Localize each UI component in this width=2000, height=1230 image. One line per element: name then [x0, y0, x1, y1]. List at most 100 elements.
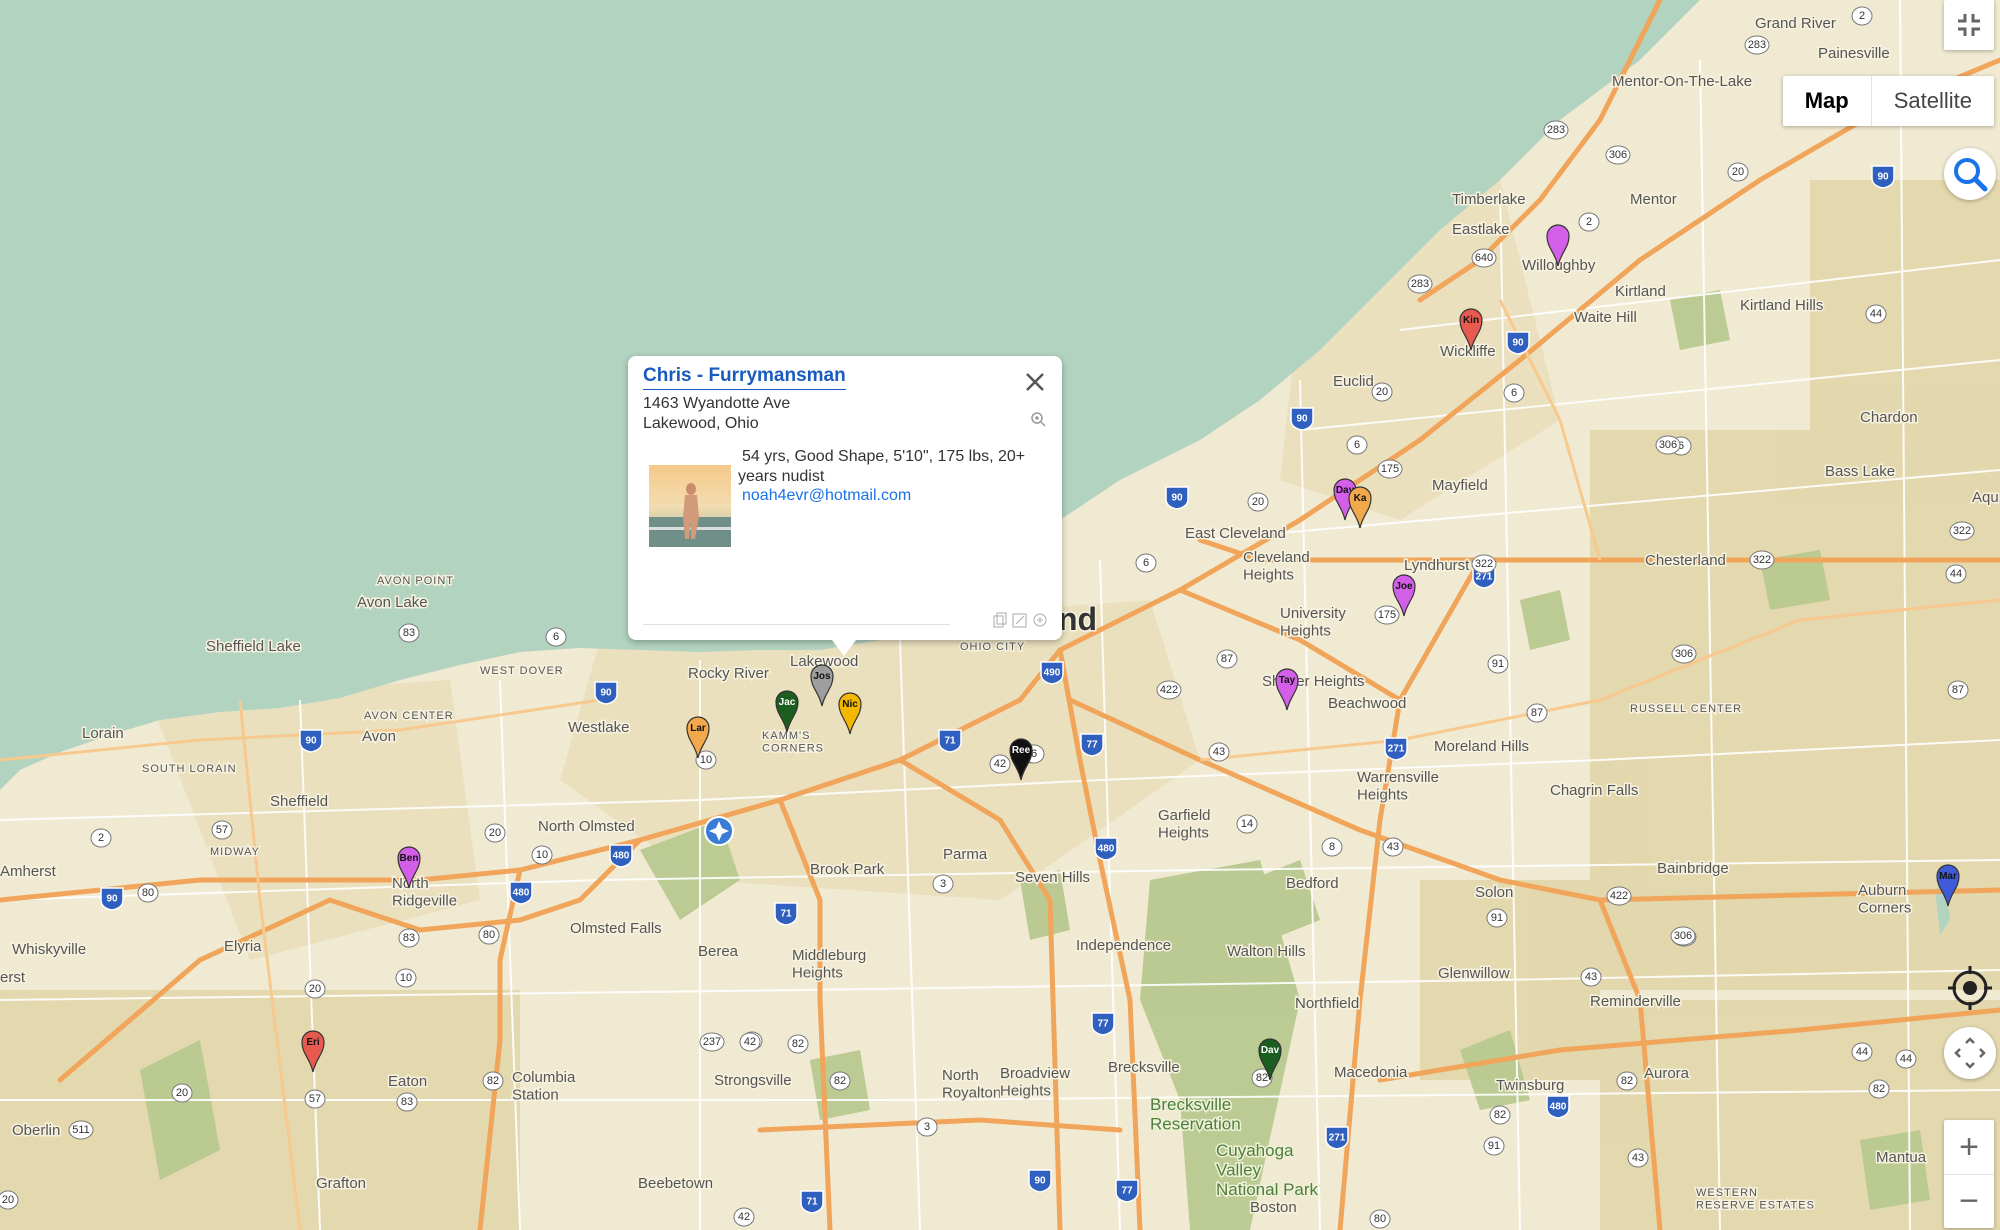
svg-text:71: 71: [944, 736, 956, 747]
svg-text:43: 43: [1585, 971, 1597, 983]
place-label: North Olmsted: [538, 818, 635, 835]
svg-text:283: 283: [1411, 278, 1429, 290]
svg-text:14: 14: [1241, 818, 1253, 830]
edit-icon[interactable]: [1012, 612, 1028, 628]
route-shield: 480: [1094, 837, 1118, 861]
svg-text:175: 175: [1381, 463, 1399, 475]
my-location-button[interactable]: [1944, 962, 1996, 1014]
airport-icon[interactable]: [704, 816, 734, 846]
place-label: Wickliffe: [1440, 343, 1496, 360]
info-window: Chris - Furrymansman 1463 Wyandotte Ave …: [628, 356, 1062, 656]
route-shield: 271: [1384, 737, 1408, 761]
address-line-1: 1463 Wyandotte Ave: [643, 395, 791, 412]
divider: [643, 624, 950, 625]
svg-text:82: 82: [792, 1038, 804, 1050]
map-type-map-button[interactable]: Map: [1783, 76, 1872, 126]
pan-button[interactable]: [1944, 1027, 1996, 1079]
route-shield: 80: [478, 925, 500, 945]
svg-text:322: 322: [1953, 525, 1971, 537]
route-shield: 283: [1407, 274, 1433, 294]
svg-text:306: 306: [1659, 439, 1677, 451]
route-shield: 20: [1247, 492, 1269, 512]
route-shield: 83: [398, 928, 420, 948]
zoom-in-icon[interactable]: [1030, 411, 1046, 432]
svg-text:43: 43: [1213, 746, 1225, 758]
svg-text:306: 306: [1675, 648, 1693, 660]
print-icon[interactable]: [1032, 612, 1048, 628]
svg-text:175: 175: [1378, 609, 1396, 621]
fullscreen-exit-icon: [1958, 14, 1980, 36]
svg-text:83: 83: [403, 627, 415, 639]
place-label: Auburn Corners: [1858, 882, 1911, 916]
profile-photo[interactable]: [649, 465, 731, 547]
svg-text:422: 422: [1160, 684, 1178, 696]
svg-text:283: 283: [1547, 124, 1565, 136]
route-shield: 3: [916, 1117, 938, 1137]
svg-text:82: 82: [1621, 1075, 1633, 1087]
route-shield: 322: [1471, 554, 1497, 574]
route-shield: 480: [509, 881, 533, 905]
svg-text:77: 77: [1086, 740, 1098, 751]
route-shield: 306: [1671, 644, 1697, 664]
close-button[interactable]: [1024, 370, 1046, 398]
info-window-title-link[interactable]: Chris - Furrymansman: [643, 365, 846, 390]
route-shield: 20: [1371, 382, 1393, 402]
route-shield: 57: [211, 820, 233, 840]
svg-text:80: 80: [1374, 1213, 1386, 1225]
svg-text:57: 57: [309, 1093, 321, 1105]
place-label: Lyndhurst: [1404, 557, 1470, 574]
close-icon: [1026, 373, 1044, 391]
zoom-in-button[interactable]: +: [1944, 1121, 1994, 1175]
route-shield: 306: [1605, 145, 1631, 165]
route-shield: 80: [1369, 1209, 1391, 1229]
search-button[interactable]: [1944, 148, 1996, 200]
svg-text:8: 8: [1329, 841, 1335, 853]
place-label: Eastlake: [1452, 221, 1510, 238]
route-shield: 87: [1526, 703, 1548, 723]
route-shield: 6: [1503, 383, 1525, 403]
svg-text:42: 42: [744, 1036, 756, 1048]
info-window-toolbar: [992, 612, 1048, 628]
svg-text:480: 480: [513, 888, 530, 899]
svg-text:2: 2: [1586, 216, 1592, 228]
svg-text:2: 2: [98, 832, 104, 844]
place-label: Chesterland: [1645, 552, 1726, 569]
place-label: Oberlin: [12, 1122, 60, 1139]
place-label: Aurora: [1644, 1065, 1690, 1082]
place-label: Aqu: [1972, 489, 1999, 506]
route-shield: 2: [1851, 6, 1873, 26]
place-label: Bedford: [1286, 875, 1339, 892]
route-shield: 42: [733, 1207, 755, 1227]
svg-text:20: 20: [1252, 496, 1264, 508]
svg-text:82: 82: [1494, 1109, 1506, 1121]
route-shield: 43: [1627, 1148, 1649, 1168]
place-label: Eaton: [388, 1073, 427, 1090]
svg-text:322: 322: [1753, 554, 1771, 566]
svg-text:480: 480: [1550, 1102, 1567, 1113]
copy-icon[interactable]: [992, 612, 1008, 628]
route-shield: 43: [1382, 837, 1404, 857]
email-link[interactable]: noah4evr@hotmail.com: [742, 487, 911, 505]
route-shield: 71: [774, 902, 798, 926]
svg-text:44: 44: [1900, 1053, 1912, 1065]
fullscreen-button[interactable]: [1944, 0, 1994, 50]
place-label: AVON POINT: [377, 575, 454, 587]
place-label: Northfield: [1295, 995, 1359, 1012]
svg-text:237: 237: [703, 1036, 721, 1048]
svg-text:6: 6: [1143, 557, 1149, 569]
svg-text:6: 6: [1354, 439, 1360, 451]
route-shield: 20: [0, 1190, 19, 1210]
map-pin-label: Eri: [306, 1037, 320, 1048]
route-shield: 57: [304, 1089, 326, 1109]
route-shield: 90: [1028, 1169, 1052, 1193]
place-label: Mentor-On-The-Lake: [1612, 73, 1752, 90]
route-shield: 82: [829, 1071, 851, 1091]
map-type-satellite-button[interactable]: Satellite: [1872, 76, 1994, 126]
map-pin-label: Jac: [779, 697, 796, 708]
route-shield: 283: [1744, 35, 1770, 55]
route-shield: 82: [787, 1034, 809, 1054]
svg-text:2: 2: [1859, 10, 1865, 22]
svg-text:80: 80: [142, 887, 154, 899]
zoom-out-button[interactable]: −: [1944, 1175, 1994, 1228]
place-label: Avon Lake: [357, 594, 428, 611]
